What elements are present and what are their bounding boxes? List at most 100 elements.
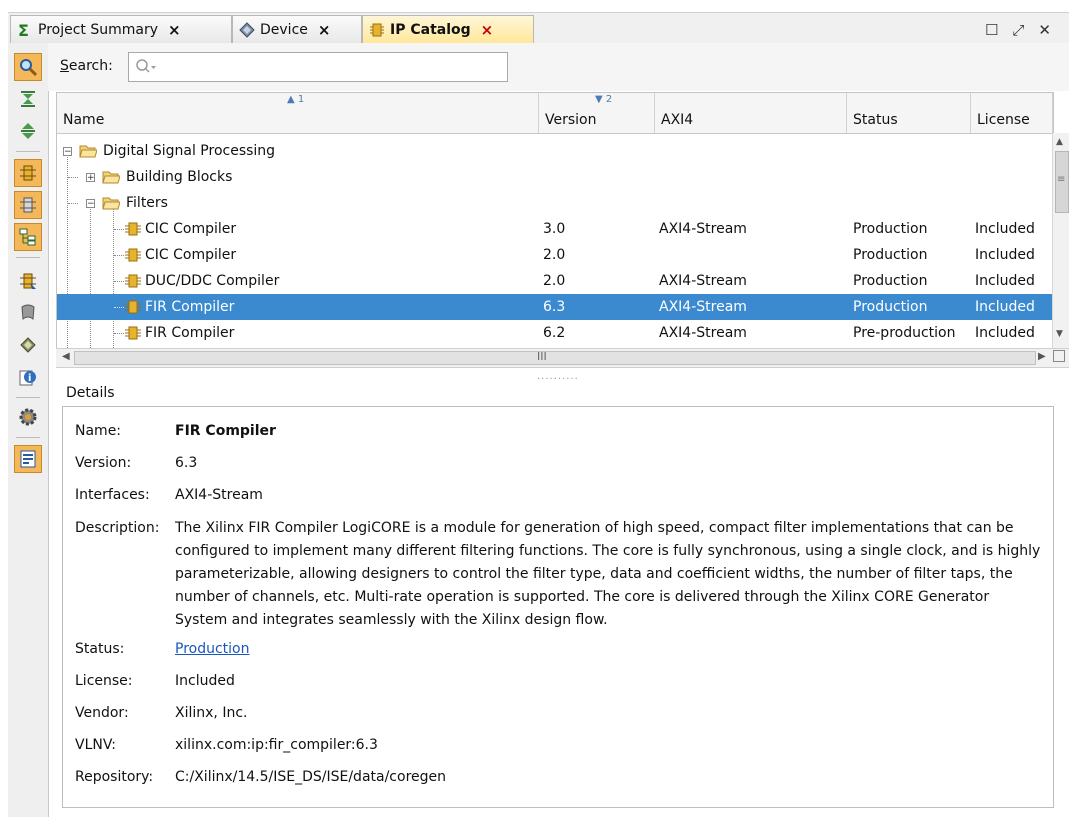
column-header-axi4[interactable]: AXI4 xyxy=(655,93,847,133)
expand-all-button[interactable] xyxy=(14,117,42,145)
group-by-category-button[interactable] xyxy=(14,223,42,251)
corner-icon[interactable] xyxy=(1053,350,1065,362)
ip-core-icon xyxy=(125,300,141,318)
gear-icon xyxy=(19,408,37,426)
sort-indicator: ▲ 1 xyxy=(287,94,305,105)
tree-guide-line xyxy=(68,203,78,204)
table-horizontal-scrollbar[interactable]: ◀ III ▶ xyxy=(56,348,1069,368)
cell-license: Included xyxy=(975,299,1035,315)
cell-license: Included xyxy=(975,273,1035,289)
search-toggle-button[interactable] xyxy=(14,53,42,81)
cell-name: CIC Compiler xyxy=(145,221,237,237)
search-icon[interactable] xyxy=(135,58,157,80)
table-row[interactable]: + Building Blocks xyxy=(57,164,1053,190)
close-icon[interactable]: × xyxy=(481,21,494,39)
column-label: License xyxy=(977,112,1030,128)
details-panel: Name: FIR Compiler Version: 6.3 Interfac… xyxy=(62,406,1054,808)
detail-vlnv-value: xilinx.com:ip:fir_compiler:6.3 xyxy=(175,737,378,753)
show-supported-toggle-button[interactable] xyxy=(14,191,42,219)
collapse-toggle-icon[interactable]: − xyxy=(63,147,72,157)
table-row[interactable]: − Digital Signal Processing xyxy=(57,138,1053,164)
scroll-down-icon[interactable]: ▼ xyxy=(1056,329,1063,339)
scroll-up-icon[interactable]: ▲ xyxy=(1056,137,1063,147)
column-label: AXI4 xyxy=(661,112,694,128)
settings-button[interactable] xyxy=(14,403,42,431)
detail-label: Interfaces: xyxy=(75,487,150,503)
show-details-toggle-button[interactable] xyxy=(14,445,42,473)
cell-license: Included xyxy=(975,325,1035,341)
collapse-all-button[interactable] xyxy=(14,85,42,113)
tab-project-summary[interactable]: Σ Project Summary × xyxy=(10,15,232,43)
status-link[interactable]: Production xyxy=(175,641,249,657)
table-row-selected[interactable]: FIR Compiler 6.3 AXI4-Stream Production … xyxy=(57,294,1053,320)
cell-version: 6.3 xyxy=(543,299,566,315)
column-label: Name xyxy=(63,112,105,128)
search-input[interactable] xyxy=(163,56,497,80)
cell-axi4: AXI4-Stream xyxy=(659,221,747,237)
column-label: Status xyxy=(853,112,898,128)
view-datasheet-button[interactable] xyxy=(14,299,42,327)
table-row[interactable]: FIR Compiler 6.2 AXI4-Stream Pre-product… xyxy=(57,320,1053,346)
cell-name: Digital Signal Processing xyxy=(103,143,276,159)
customize-ip-button[interactable] xyxy=(14,267,42,295)
grip-label: III xyxy=(537,350,547,363)
cell-version: 3.0 xyxy=(543,221,566,237)
close-icon[interactable]: × xyxy=(318,21,331,39)
ip-catalog-table: ▲ 1 Name ▼ 2 Version AXI4 Status License… xyxy=(56,92,1054,350)
column-header-license[interactable]: License xyxy=(971,93,1053,133)
ip-core-icon xyxy=(125,274,141,292)
column-label: Version xyxy=(545,112,597,128)
window-controls: ☐ ⤢ ✕ xyxy=(985,21,1051,39)
table-row[interactable]: CIC Compiler 2.0 Production Included xyxy=(57,242,1053,268)
table-vertical-scrollbar[interactable]: ▲ ≡ ▼ xyxy=(1052,133,1069,348)
details-title: Details xyxy=(66,385,115,401)
table-row[interactable]: DUC/DDC Compiler 2.0 AXI4-Stream Product… xyxy=(57,268,1053,294)
detail-label: Description: xyxy=(75,520,160,536)
sigma-icon: Σ xyxy=(17,22,33,38)
scroll-left-icon[interactable]: ◀ xyxy=(62,351,70,362)
expand-toggle-icon[interactable]: + xyxy=(86,173,95,183)
close-icon[interactable]: ✕ xyxy=(1038,21,1051,39)
ip-filter-icon xyxy=(20,197,36,213)
expand-all-icon xyxy=(21,123,35,139)
left-toolbar: i xyxy=(8,43,49,817)
table-row[interactable]: CIC Compiler 3.0 AXI4-Stream Production … xyxy=(57,216,1053,242)
cell-axi4: AXI4-Stream xyxy=(659,273,747,289)
tree-guide-line xyxy=(68,177,78,178)
cell-status: Production xyxy=(853,247,928,263)
scrollbar-thumb[interactable]: III xyxy=(74,350,1036,365)
ip-core-icon xyxy=(369,22,385,38)
tab-label: Project Summary xyxy=(38,21,159,38)
detail-vendor-value: Xilinx, Inc. xyxy=(175,705,248,721)
column-header-name[interactable]: ▲ 1 Name xyxy=(57,93,539,133)
view-version-info-button[interactable] xyxy=(14,331,42,359)
tree-guide-line xyxy=(114,307,124,308)
table-row[interactable]: − Filters xyxy=(57,190,1053,216)
table-header: ▲ 1 Name ▼ 2 Version AXI4 Status License xyxy=(57,93,1053,134)
search-box[interactable] xyxy=(128,52,508,82)
scrollbar-thumb[interactable]: ≡ xyxy=(1055,151,1069,213)
column-header-status[interactable]: Status xyxy=(847,93,971,133)
scroll-right-icon[interactable]: ▶ xyxy=(1038,351,1046,362)
cell-status: Production xyxy=(853,221,928,237)
column-header-version[interactable]: ▼ 2 Version xyxy=(539,93,655,133)
ip-info-button[interactable]: i xyxy=(14,363,42,391)
toolbar-separator xyxy=(16,437,40,438)
tab-device[interactable]: Device × xyxy=(232,15,362,43)
close-icon[interactable]: × xyxy=(168,21,181,39)
tree-guide-line xyxy=(114,255,124,256)
cell-name: Filters xyxy=(126,195,168,211)
cell-name: FIR Compiler xyxy=(145,325,235,341)
grip-icon: ≡ xyxy=(1057,174,1066,185)
float-window-icon[interactable]: ⤢ xyxy=(1012,21,1024,39)
cell-license: Included xyxy=(975,247,1035,263)
maximize-icon[interactable]: ☐ xyxy=(985,21,998,39)
editor-tab-bar: Σ Project Summary × Device × IP Catalog … xyxy=(8,12,1069,44)
collapse-toggle-icon[interactable]: − xyxy=(86,199,95,209)
detail-label: Status: xyxy=(75,641,125,657)
tab-ip-catalog[interactable]: IP Catalog × xyxy=(362,15,534,43)
magnifier-icon xyxy=(20,59,38,77)
toolbar-separator xyxy=(16,151,40,152)
panel-splitter-grip[interactable]: ·········· xyxy=(537,374,579,385)
show-axi4-toggle-button[interactable] xyxy=(14,159,42,187)
